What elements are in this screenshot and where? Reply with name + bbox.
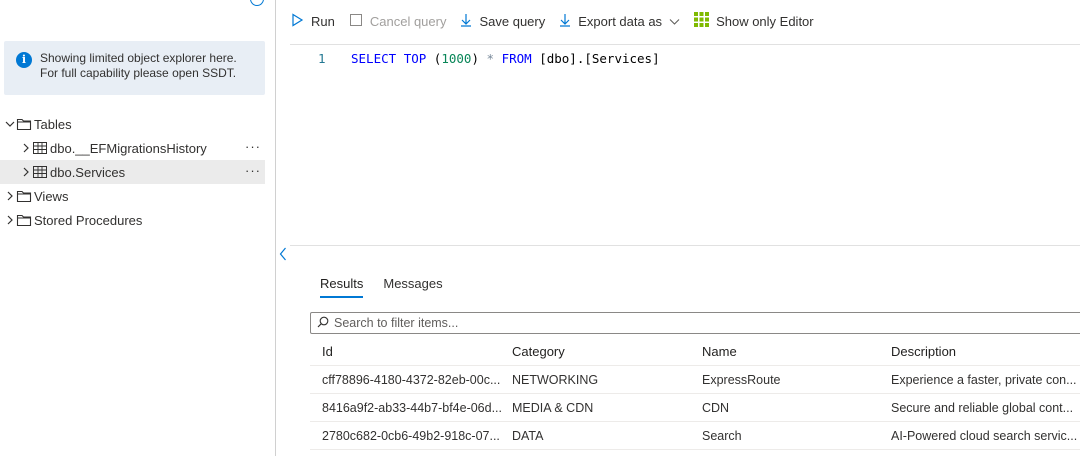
pane-splitter[interactable]	[275, 0, 276, 456]
star-operator: *	[486, 51, 495, 66]
result-tabs: Results Messages	[320, 276, 443, 298]
column-header-description[interactable]: Description	[891, 338, 1080, 366]
collapse-chevron-left-icon[interactable]	[279, 247, 287, 264]
table-row[interactable]: 2780c682-0cb6-49b2-918c-07... DATA Searc…	[310, 422, 1080, 450]
grid-icon	[694, 12, 710, 30]
tree-item-label: Stored Procedures	[34, 212, 143, 228]
tree-item-tables[interactable]: Tables	[0, 112, 265, 136]
cell-id[interactable]: cff78896-4180-4372-82eb-00c...	[322, 366, 512, 394]
column-header-id[interactable]: Id	[322, 338, 512, 366]
object-explorer: i Showing limited object explorer here. …	[0, 0, 275, 456]
chevron-right-icon[interactable]	[20, 166, 32, 178]
export-data-label: Export data as	[578, 13, 663, 29]
tree-item-views[interactable]: Views	[0, 184, 265, 208]
export-data-button[interactable]: Export data as	[559, 13, 680, 30]
chevron-right-icon[interactable]	[4, 190, 16, 202]
filter-input[interactable]	[334, 316, 1034, 330]
cell-name[interactable]: Search	[702, 422, 892, 450]
cell-category[interactable]: NETWORKING	[512, 366, 702, 394]
cell-description[interactable]: AI-Powered cloud search servic...	[891, 422, 1080, 450]
number-literal: 1000	[441, 51, 472, 66]
download-arrow-icon	[559, 13, 571, 30]
table-reference: [dbo].[Services]	[539, 51, 660, 66]
play-icon	[290, 12, 304, 30]
column-header-name[interactable]: Name	[702, 338, 892, 366]
info-banner-text: Showing limited object explorer here. Fo…	[40, 51, 237, 80]
table-icon	[32, 141, 48, 155]
refresh-icon[interactable]	[250, 0, 264, 6]
chevron-right-icon[interactable]	[4, 214, 16, 226]
table-row[interactable]: cff78896-4180-4372-82eb-00c... NETWORKIN…	[310, 366, 1080, 394]
folder-icon	[16, 117, 32, 131]
show-only-editor-label: Show only Editor	[716, 13, 814, 29]
folder-icon	[16, 213, 32, 227]
paren-close: )	[471, 51, 479, 66]
grid-header-row: Id Category Name Description	[310, 338, 1080, 366]
more-options-icon[interactable]: ···	[245, 163, 261, 178]
tab-results[interactable]: Results	[320, 276, 364, 298]
column-header-category[interactable]: Category	[512, 338, 702, 366]
cell-name[interactable]: CDN	[702, 394, 892, 422]
cell-id[interactable]: 8416a9f2-ab33-44b7-bf4e-06d...	[322, 394, 512, 422]
run-label: Run	[311, 13, 335, 29]
stop-icon	[349, 13, 363, 30]
folder-icon	[16, 189, 32, 203]
results-grid: Id Category Name Description cff78896-41…	[310, 338, 1080, 450]
tab-messages[interactable]: Messages	[383, 276, 442, 298]
cancel-query-label: Cancel query	[369, 13, 447, 29]
cell-description[interactable]: Secure and reliable global cont...	[891, 394, 1080, 422]
tree-item-stored-procedures[interactable]: Stored Procedures	[0, 208, 265, 232]
cell-id[interactable]: 2780c682-0cb6-49b2-918c-07...	[322, 422, 512, 450]
cancel-query-button[interactable]: Cancel query	[349, 13, 447, 30]
table-row[interactable]: 8416a9f2-ab33-44b7-bf4e-06d... MEDIA & C…	[310, 394, 1080, 422]
line-number: 1	[318, 51, 326, 66]
cell-category[interactable]: MEDIA & CDN	[512, 394, 702, 422]
keyword-select: SELECT	[351, 51, 397, 66]
download-arrow-icon	[460, 13, 472, 30]
keyword-from: FROM	[501, 51, 532, 66]
tree-item-label: dbo.Services	[50, 164, 126, 180]
tree-item-label: dbo.__EFMigrationsHistory	[50, 140, 207, 156]
info-banner: i Showing limited object explorer here. …	[4, 41, 265, 95]
tree-item-label: Views	[34, 188, 69, 204]
cell-description[interactable]: Experience a faster, private con...	[891, 366, 1080, 394]
tree-item-table-services[interactable]: dbo.Services ···	[0, 160, 265, 184]
tree-item-table-efmigrationshistory[interactable]: dbo.__EFMigrationsHistory ···	[0, 136, 265, 160]
more-options-icon[interactable]: ···	[245, 139, 261, 154]
filter-search-box[interactable]	[310, 312, 1080, 334]
save-query-label: Save query	[479, 13, 546, 29]
cell-category[interactable]: DATA	[512, 422, 702, 450]
cell-name[interactable]: ExpressRoute	[702, 366, 892, 394]
chevron-down-icon[interactable]	[4, 118, 16, 130]
search-icon	[317, 316, 329, 331]
keyword-top: TOP	[403, 51, 427, 66]
code-line[interactable]: SELECT TOP (1000) * FROM [dbo].[Services…	[351, 51, 660, 66]
chevron-down-icon	[669, 14, 680, 29]
table-icon	[32, 165, 48, 179]
tree-item-label: Tables	[34, 116, 72, 132]
info-icon: i	[16, 52, 32, 68]
show-only-editor-button[interactable]: Show only Editor	[694, 12, 814, 30]
query-toolbar: Run Cancel query Save query Export data …	[290, 10, 828, 32]
chevron-right-icon[interactable]	[20, 142, 32, 154]
query-editor[interactable]: 1 SELECT TOP (1000) * FROM [dbo].[Servic…	[290, 44, 1080, 246]
save-query-button[interactable]: Save query	[460, 13, 545, 30]
run-button[interactable]: Run	[290, 12, 335, 30]
